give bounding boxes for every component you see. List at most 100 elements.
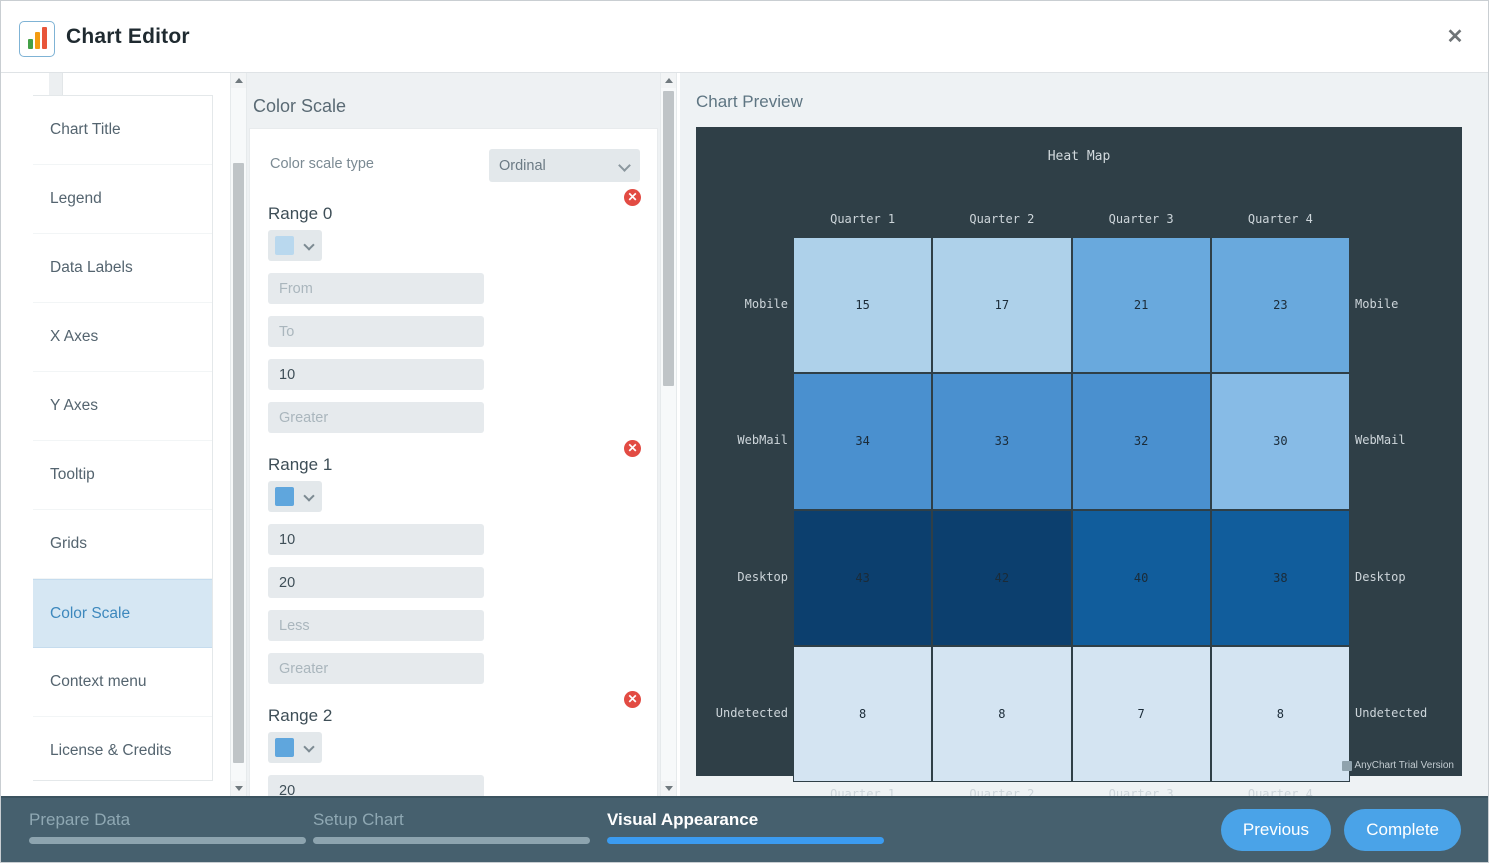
y-axis-label-right: Mobile xyxy=(1355,297,1460,311)
previous-button[interactable]: Previous xyxy=(1221,809,1331,851)
y-axis-label-right: Desktop xyxy=(1355,570,1460,584)
chart-preview-panel: Chart Preview Heat Map Quarter 1Quarter … xyxy=(680,73,1488,796)
scroll-down-arrow-icon[interactable] xyxy=(661,781,676,796)
range-title: Range 1 xyxy=(268,455,332,475)
sidebar-item-data-labels[interactable]: Data Labels xyxy=(33,234,212,303)
wizard-footer: Prepare Data Setup Chart Visual Appearance… xyxy=(1,796,1488,862)
color-scale-type-select[interactable]: Ordinal xyxy=(489,149,640,182)
sidebar-item-context-menu[interactable]: Context menu xyxy=(33,648,212,717)
y-axis-label-right: WebMail xyxy=(1355,433,1460,447)
scroll-up-arrow-icon[interactable] xyxy=(661,73,676,88)
sidebar-nav: Chart TitleLegendData LabelsX AxesY Axes… xyxy=(33,95,213,781)
wizard-step-progress xyxy=(607,837,884,844)
range-0-greater-input[interactable] xyxy=(268,402,484,433)
range-color-picker[interactable] xyxy=(268,481,322,512)
sidebar-item-grids[interactable]: Grids xyxy=(33,510,212,579)
sidebar-item-license-credits[interactable]: License & Credits xyxy=(33,717,212,781)
sidebar-item-legend[interactable]: Legend xyxy=(33,165,212,234)
heatmap-cell[interactable]: 23 xyxy=(1211,237,1350,373)
y-axis-label-left: WebMail xyxy=(696,433,788,447)
range-1-greater-input[interactable] xyxy=(268,653,484,684)
heatmap-cell[interactable]: 8 xyxy=(1211,646,1350,782)
sidebar-item-chart-title[interactable]: Chart Title xyxy=(33,96,212,165)
heatmap-cell[interactable]: 30 xyxy=(1211,373,1350,509)
color-swatch xyxy=(275,236,294,255)
wizard-step-label: Setup Chart xyxy=(313,810,590,830)
range-2-from-input[interactable] xyxy=(268,775,484,796)
x-axis-label-top: Quarter 3 xyxy=(1072,212,1211,226)
chevron-down-icon xyxy=(618,159,631,172)
scrollbar-thumb[interactable] xyxy=(663,91,674,386)
range-color-picker[interactable] xyxy=(268,230,322,261)
heatmap-chart: Heat Map Quarter 1Quarter 1Quarter 2Quar… xyxy=(696,127,1462,776)
y-axis-label-left: Mobile xyxy=(696,297,788,311)
close-icon[interactable]: ✕ xyxy=(1444,27,1466,49)
chart-editor-window: Chart Editor ✕ Chart TitleLegendData Lab… xyxy=(0,0,1489,863)
range-0-from-input[interactable] xyxy=(268,273,484,304)
heatmap-cell[interactable]: 34 xyxy=(793,373,932,509)
range-title: Range 2 xyxy=(268,706,332,726)
heatmap-cell[interactable]: 7 xyxy=(1072,646,1211,782)
settings-panel: Color Scale Color scale type Ordinal Ran… xyxy=(247,73,660,796)
range-title: Range 0 xyxy=(268,204,332,224)
heatmap-cell[interactable]: 33 xyxy=(932,373,1071,509)
x-axis-label-top: Quarter 4 xyxy=(1211,212,1350,226)
bar-chart-icon xyxy=(19,21,55,57)
wizard-step-0[interactable]: Prepare Data xyxy=(29,810,306,844)
color-swatch xyxy=(275,487,294,506)
chart-title: Heat Map xyxy=(696,149,1462,164)
delete-range-button[interactable]: ✕ xyxy=(624,440,641,457)
settings-card: Color scale type Ordinal Range 0 ✕ Range 1… xyxy=(249,128,658,796)
y-axis-label-left: Desktop xyxy=(696,570,788,584)
delete-range-button[interactable]: ✕ xyxy=(624,189,641,206)
wizard-step-2[interactable]: Visual Appearance xyxy=(607,810,884,844)
delete-range-button[interactable]: ✕ xyxy=(624,691,641,708)
scroll-up-arrow-icon[interactable] xyxy=(231,73,246,88)
anychart-watermark: AnyChart Trial Version xyxy=(1342,760,1455,771)
range-1-from-input[interactable] xyxy=(268,524,484,555)
x-axis-label-top: Quarter 1 xyxy=(793,212,932,226)
sidebar-item-x-axes[interactable]: X Axes xyxy=(33,303,212,372)
heatmap-cell[interactable]: 15 xyxy=(793,237,932,373)
sidebar-item-color-scale[interactable]: Color Scale xyxy=(33,579,212,648)
settings-panel-title: Color Scale xyxy=(253,96,346,117)
range-1-to-input[interactable] xyxy=(268,567,484,598)
x-axis-label-top: Quarter 2 xyxy=(932,212,1071,226)
heatmap-cell[interactable]: 38 xyxy=(1211,510,1350,646)
range-color-picker[interactable] xyxy=(268,732,322,763)
chevron-down-icon xyxy=(303,741,314,752)
heatmap-cell[interactable]: 17 xyxy=(932,237,1071,373)
y-axis-label-right: Undetected xyxy=(1355,706,1460,720)
range-1-less-input[interactable] xyxy=(268,610,484,641)
heatmap-cell[interactable]: 32 xyxy=(1072,373,1211,509)
scrollbar-thumb[interactable] xyxy=(233,163,244,763)
settings-scrollbar[interactable] xyxy=(660,73,677,796)
color-scale-type-label: Color scale type xyxy=(270,156,374,172)
sidebar-scrollbar[interactable] xyxy=(230,73,247,796)
heatmap-cell[interactable]: 8 xyxy=(932,646,1071,782)
wizard-step-progress xyxy=(313,837,590,844)
heatmap-grid: 1517212334333230434240388878 xyxy=(793,237,1350,782)
heatmap-cell[interactable]: 21 xyxy=(1072,237,1211,373)
sidebar-item-tooltip[interactable]: Tooltip xyxy=(33,441,212,510)
chevron-down-icon xyxy=(303,239,314,250)
chart-preview-title: Chart Preview xyxy=(696,92,803,112)
color-scale-type-row: Color scale type Ordinal xyxy=(270,149,640,183)
range-0-to-input[interactable] xyxy=(268,316,484,347)
wizard-step-1[interactable]: Setup Chart xyxy=(313,810,590,844)
wizard-step-progress xyxy=(29,837,306,844)
color-scale-type-value: Ordinal xyxy=(499,158,546,174)
heatmap-cell[interactable]: 42 xyxy=(932,510,1071,646)
editor-body: Chart TitleLegendData LabelsX AxesY Axes… xyxy=(1,73,1488,796)
window-header: Chart Editor ✕ xyxy=(1,1,1488,73)
page-title: Chart Editor xyxy=(66,25,190,49)
heatmap-cell[interactable]: 8 xyxy=(793,646,932,782)
sidebar-item-y-axes[interactable]: Y Axes xyxy=(33,372,212,441)
complete-button[interactable]: Complete xyxy=(1344,809,1461,851)
color-swatch xyxy=(275,738,294,757)
range-0-less-input[interactable] xyxy=(268,359,484,390)
heatmap-cell[interactable]: 43 xyxy=(793,510,932,646)
wizard-step-label: Visual Appearance xyxy=(607,810,884,830)
scroll-down-arrow-icon[interactable] xyxy=(231,781,246,796)
heatmap-cell[interactable]: 40 xyxy=(1072,510,1211,646)
